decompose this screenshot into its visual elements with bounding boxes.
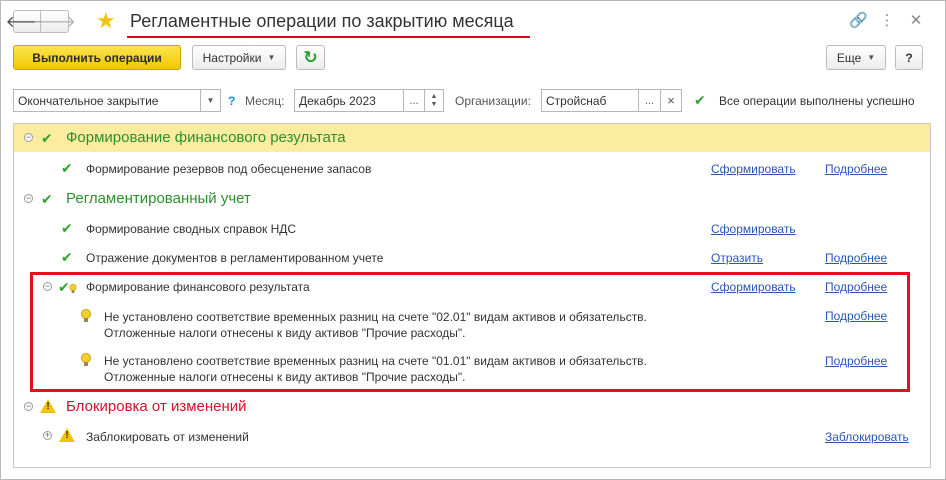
success-check-icon: ✔ (41, 130, 53, 146)
success-check-icon: ✔ (61, 249, 73, 265)
warning-mark: ! (46, 401, 50, 412)
spin-down-icon[interactable]: ▼ (431, 101, 438, 109)
operation-label: Отражение документов в регламентированно… (86, 251, 384, 265)
message-text: Не установлено соответствие временных ра… (104, 309, 647, 341)
status-text: Все операции выполнены успешно (719, 94, 915, 108)
spin-up-icon[interactable]: ▲ (431, 93, 438, 101)
title-underline (127, 36, 530, 38)
lock-link[interactable]: Заблокировать (825, 430, 909, 444)
organization-field[interactable]: Стройснаб (541, 89, 639, 112)
close-icon[interactable]: ✕ (907, 12, 925, 30)
organization-select-button[interactable]: ... (638, 89, 661, 112)
help-button[interactable]: ? (895, 45, 923, 70)
refresh-button[interactable]: ↻ (296, 45, 325, 70)
operation-label: Формирование сводных справок НДС (86, 222, 297, 236)
collapse-icon[interactable]: − (43, 282, 52, 291)
collapse-icon[interactable]: − (24, 194, 33, 203)
month-spinner[interactable]: ▲ ▼ (424, 89, 444, 112)
details-link[interactable]: Подробнее (825, 354, 887, 368)
forward-button[interactable]: 🡒 (33, 10, 76, 33)
operation-label: Формирование финансового результата (86, 280, 310, 294)
more-label: Еще (836, 50, 862, 65)
organization-clear-button[interactable]: × (660, 89, 682, 112)
more-menu-icon[interactable]: ⋮ (878, 12, 896, 30)
message-line: Не установлено соответствие временных ра… (104, 354, 647, 368)
group-change-lock[interactable]: Блокировка от изменений (66, 398, 247, 415)
form-link[interactable]: Сформировать (711, 162, 796, 176)
success-check-icon: ✔ (41, 191, 53, 207)
group-financial-result[interactable]: Формирование финансового результата (66, 129, 346, 146)
closing-type-dropdown[interactable]: ▼ (200, 89, 221, 112)
settings-label: Настройки (202, 50, 262, 65)
refresh-icon: ↻ (303, 47, 318, 67)
link-icon[interactable]: 🔗 (849, 12, 868, 30)
bulb-icon (81, 353, 91, 366)
operation-label: Формирование резервов под обесценение за… (86, 162, 372, 176)
bulb-icon (81, 309, 91, 322)
month-field[interactable]: Декабрь 2023 (294, 89, 404, 112)
success-check-icon: ✔ (61, 160, 73, 176)
closing-type-help[interactable]: ? (228, 94, 235, 108)
message-line: Не установлено соответствие временных ра… (104, 310, 647, 324)
organization-label: Организации: (455, 94, 531, 108)
month-select-button[interactable]: ... (403, 89, 425, 112)
page-title: Регламентные операции по закрытию месяца (130, 11, 514, 31)
month-label: Месяц: (245, 94, 285, 108)
operation-label: Заблокировать от изменений (86, 430, 249, 444)
run-operations-button[interactable]: Выполнить операции (13, 45, 181, 70)
message-line: Отложенные налоги отнесены к виду активо… (104, 326, 466, 340)
settings-button[interactable]: Настройки ▼ (192, 45, 286, 70)
message-line: Отложенные налоги отнесены к виду активо… (104, 370, 466, 384)
details-link[interactable]: Подробнее (825, 162, 887, 176)
arrow-right-icon: 🡒 (33, 14, 76, 31)
collapse-icon[interactable]: − (24, 402, 33, 411)
collapse-icon[interactable]: − (24, 133, 33, 142)
form-link[interactable]: Сформировать (711, 280, 796, 294)
group-regulated-accounting[interactable]: Регламентированный учет (66, 190, 251, 207)
details-link[interactable]: Подробнее (825, 251, 887, 265)
expand-icon[interactable]: + (43, 431, 52, 440)
closing-type-select[interactable]: Окончательное закрытие (13, 89, 201, 112)
bulb-icon (69, 283, 77, 294)
chevron-down-icon: ▼ (867, 53, 876, 62)
details-link[interactable]: Подробнее (825, 280, 887, 294)
message-text: Не установлено соответствие временных ра… (104, 353, 647, 385)
chevron-down-icon: ▼ (206, 96, 215, 105)
more-button[interactable]: Еще ▼ (826, 45, 886, 70)
favorite-star-icon[interactable]: ★ (96, 10, 116, 32)
reflect-link[interactable]: Отразить (711, 251, 763, 265)
form-link[interactable]: Сформировать (711, 222, 796, 236)
warning-mark: ! (65, 430, 69, 441)
chevron-down-icon: ▼ (267, 53, 276, 62)
success-check-icon: ✔ (61, 220, 73, 236)
success-check-icon: ✔ (694, 92, 706, 108)
details-link[interactable]: Подробнее (825, 309, 887, 323)
